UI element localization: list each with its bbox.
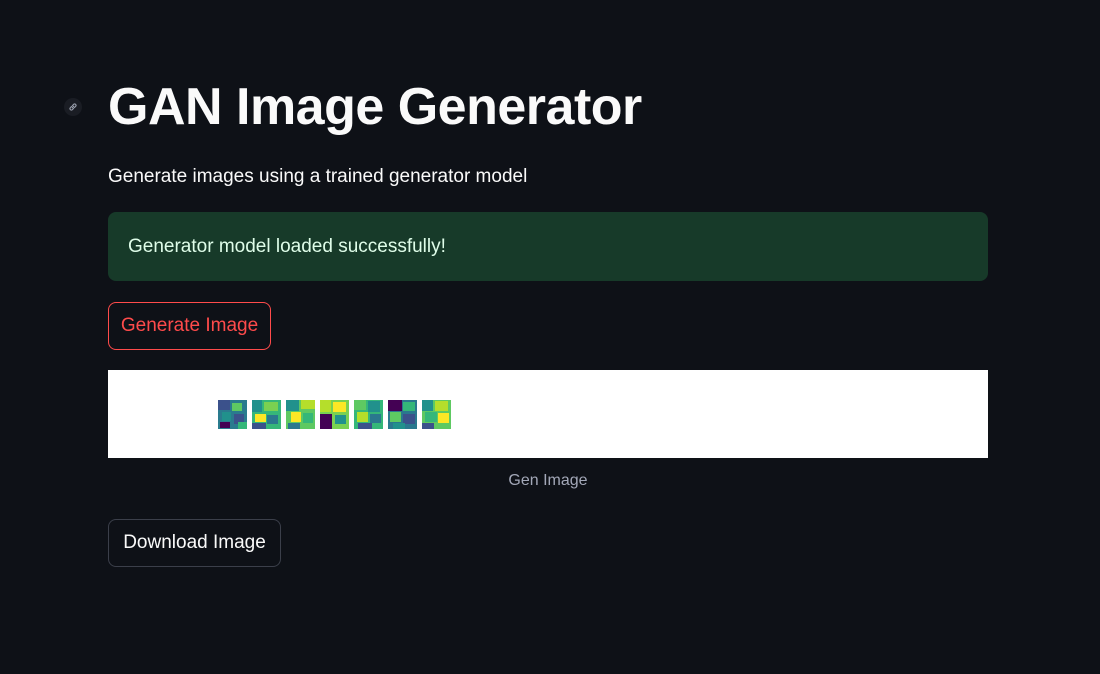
generated-sample: [388, 400, 417, 429]
generated-sample: [320, 400, 349, 429]
image-caption: Gen Image: [508, 472, 588, 489]
generated-image: [108, 370, 988, 458]
generate-image-button[interactable]: Generate Image: [108, 302, 271, 350]
download-image-button[interactable]: Download Image: [108, 519, 281, 567]
generated-sample: [218, 400, 247, 429]
app-page: GAN Image Generator Generate images usin…: [0, 0, 1100, 674]
success-alert-message: Generator model loaded successfully!: [128, 235, 446, 257]
generated-sample: [286, 400, 315, 429]
success-alert: Generator model loaded successfully!: [108, 212, 988, 281]
generated-sample: [354, 400, 383, 429]
page-subtitle: Generate images using a trained generato…: [108, 166, 528, 187]
generated-sample: [422, 400, 451, 429]
generated-sample: [252, 400, 281, 429]
page-title: GAN Image Generator: [108, 78, 642, 136]
link-icon[interactable]: [64, 98, 82, 116]
